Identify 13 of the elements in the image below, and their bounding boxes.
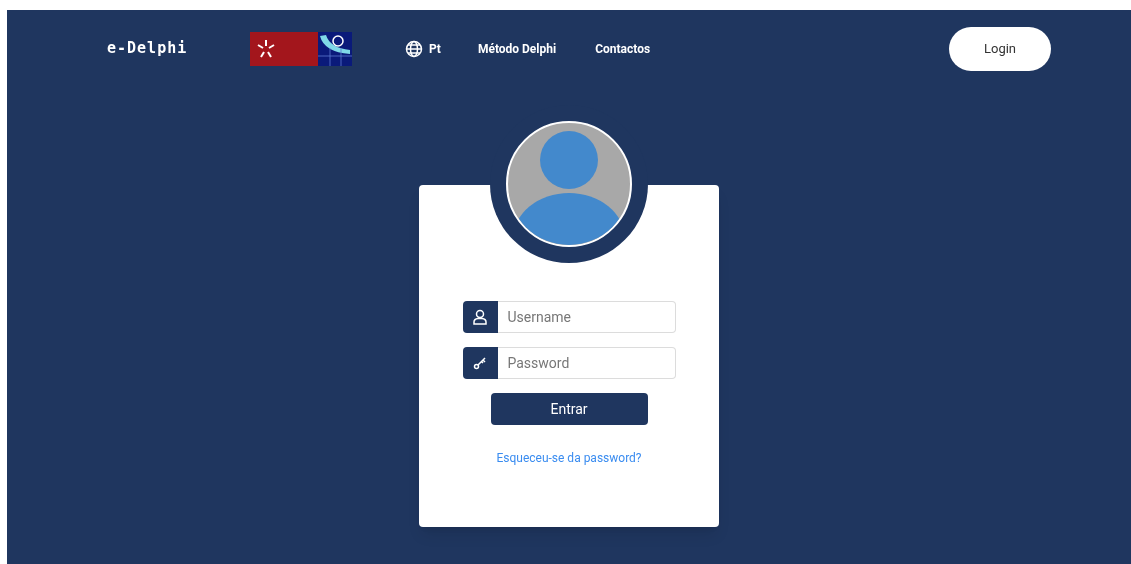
submit-button[interactable]: Entrar <box>490 393 648 425</box>
login-button[interactable]: Login <box>949 26 1051 71</box>
input-field[interactable]: Username <box>497 301 676 333</box>
nav-link[interactable]: Método Delphi <box>477 39 557 58</box>
globe-icon <box>405 39 423 58</box>
user-icon <box>473 309 487 325</box>
brand-logo[interactable]: e-Delphi <box>107 37 250 60</box>
person-icon <box>506 121 632 247</box>
language-button[interactable]: Pt <box>405 39 441 58</box>
input-field[interactable]: Password <box>497 347 676 379</box>
key-icon <box>473 356 487 370</box>
nav-link[interactable]: Contactos <box>595 39 651 58</box>
forgot-password-link[interactable]: Esqueceu-se da password? <box>496 449 642 467</box>
